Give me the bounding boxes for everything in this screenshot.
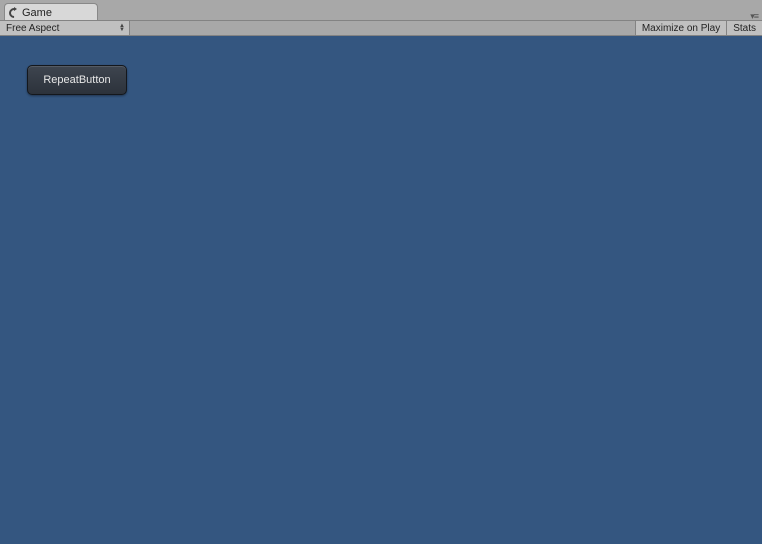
repeat-button[interactable]: RepeatButton (27, 65, 127, 95)
maximize-label: Maximize on Play (642, 23, 720, 34)
tab-game[interactable]: Game (4, 3, 98, 20)
game-window: Game ▾≡ Free Aspect ▲▼ Maximize on Play … (0, 0, 762, 544)
stats-label: Stats (733, 23, 756, 34)
tab-title: Game (22, 7, 52, 19)
toolbar-spacer (130, 21, 635, 35)
stats-button[interactable]: Stats (726, 21, 762, 35)
tab-bar: Game ▾≡ (0, 0, 762, 20)
dropdown-arrows-icon: ▲▼ (119, 24, 125, 32)
toolbar: Free Aspect ▲▼ Maximize on Play Stats (0, 20, 762, 36)
aspect-dropdown[interactable]: Free Aspect ▲▼ (0, 21, 130, 35)
game-viewport: RepeatButton (0, 36, 762, 544)
game-icon (9, 8, 19, 18)
maximize-on-play-button[interactable]: Maximize on Play (635, 21, 726, 35)
window-menu-icon[interactable]: ▾≡ (750, 11, 758, 22)
repeat-button-label: RepeatButton (43, 74, 110, 86)
aspect-label: Free Aspect (6, 23, 59, 34)
